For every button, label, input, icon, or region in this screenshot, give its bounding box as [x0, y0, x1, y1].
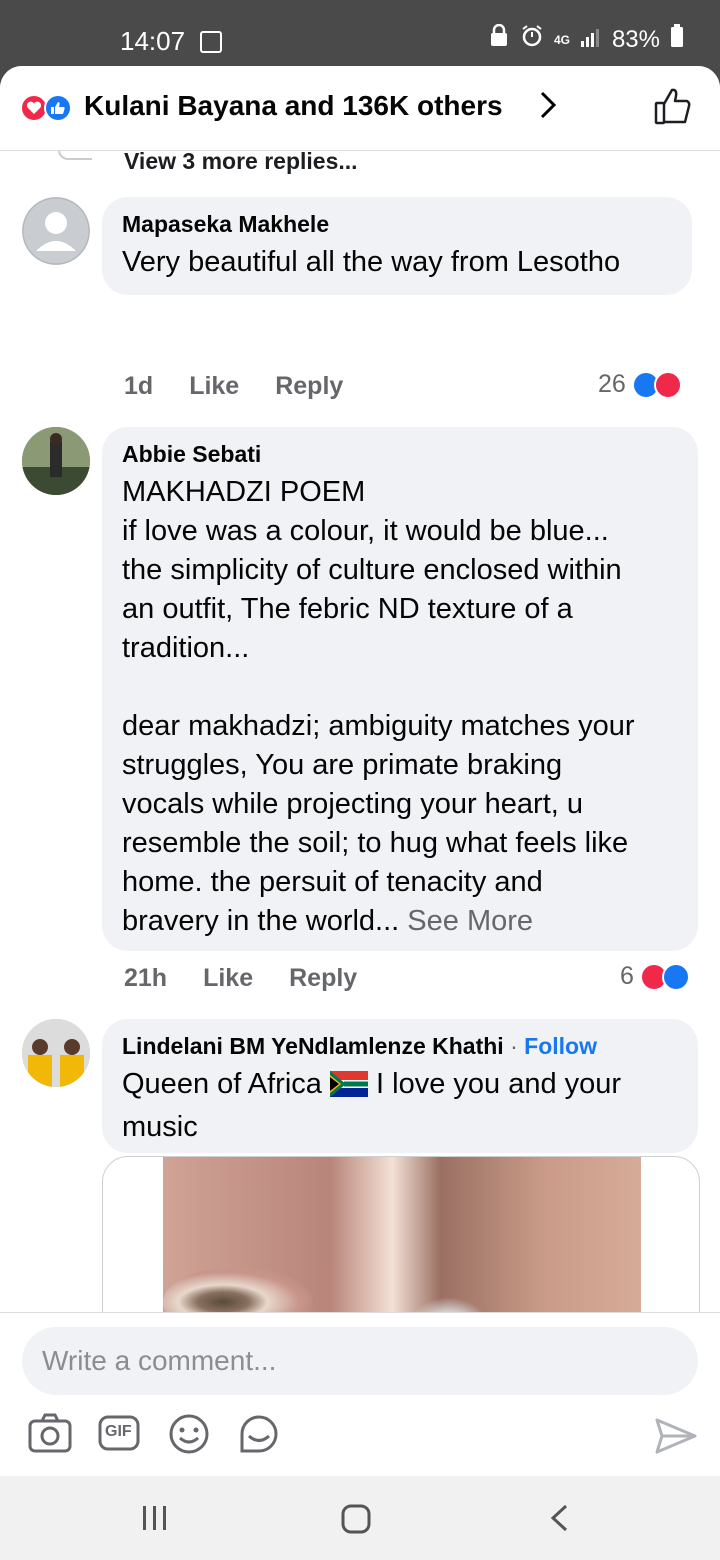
emoji-icon[interactable]: [168, 1413, 210, 1460]
commenter-name[interactable]: Mapaseka Makhele: [122, 209, 672, 239]
like-reaction-icon: [44, 94, 72, 122]
network-type: 4G: [553, 32, 570, 47]
comment-bubble[interactable]: Abbie Sebati MAKHADZI POEM if love was a…: [102, 427, 698, 951]
comment-text-a: Queen of Africa: [122, 1068, 322, 1100]
avatar[interactable]: [22, 197, 90, 265]
comment-body: MAKHADZI POEM if love was a colour, it w…: [122, 476, 635, 937]
status-bar: 14:07 4G 83%: [0, 0, 720, 68]
comment-input[interactable]: [22, 1327, 698, 1395]
reply-comment-link[interactable]: Reply: [289, 964, 357, 993]
comment-text: Queen of Africa I love you and your musi…: [122, 1065, 678, 1147]
battery-percent: 83%: [611, 25, 660, 53]
comment-actions: 21h Like Reply: [124, 964, 357, 993]
follow-button[interactable]: Follow: [524, 1033, 597, 1059]
sticker-icon[interactable]: [238, 1413, 280, 1460]
comment-reactions[interactable]: 6: [620, 962, 690, 991]
reaction-icons: [20, 94, 78, 124]
notification-check-icon: [200, 31, 222, 53]
alarm-icon: [520, 24, 544, 55]
comment-composer: GIF: [0, 1312, 720, 1476]
reply-thread-line: [58, 150, 92, 160]
reactions-header[interactable]: Kulani Bayana and 136K others: [0, 66, 720, 151]
camera-icon[interactable]: [28, 1413, 72, 1458]
gif-label: GIF: [105, 1423, 132, 1440]
home-icon[interactable]: [340, 1498, 372, 1543]
system-nav-bar: [0, 1476, 720, 1560]
signal-icon: [580, 26, 602, 54]
eye-shape: [403, 1297, 493, 1313]
comment-time[interactable]: 21h: [124, 964, 167, 993]
comments-sheet: Kulani Bayana and 136K others View 3 mor…: [0, 66, 720, 1476]
reaction-count: 6: [620, 962, 634, 990]
chevron-right-icon[interactable]: [538, 90, 558, 128]
eye-shape: [163, 1267, 313, 1313]
avatar[interactable]: [22, 427, 90, 495]
comments-list: View 3 more replies... Mapaseka Makhele …: [0, 150, 720, 1313]
recent-apps-icon[interactable]: [140, 1498, 170, 1543]
comment-header: Lindelani BM YeNdlamlenze Khathi · Follo…: [122, 1031, 678, 1061]
comment-text: MAKHADZI POEM if love was a colour, it w…: [122, 473, 678, 941]
see-more-link[interactable]: See More: [407, 905, 533, 937]
avatar[interactable]: [22, 1019, 90, 1087]
comment-photo[interactable]: [163, 1157, 641, 1313]
separator-dot: ·: [510, 1033, 518, 1059]
send-icon[interactable]: [654, 1417, 698, 1460]
comment-actions: 1d Like Reply: [124, 372, 343, 401]
like-comment-link[interactable]: Like: [203, 964, 253, 993]
love-reaction-icon: [653, 370, 682, 399]
reactors-summary[interactable]: Kulani Bayana and 136K others: [84, 90, 503, 122]
status-time: 14:07: [120, 26, 186, 56]
comment-text: Very beautiful all the way from Lesotho: [122, 246, 621, 278]
commenter-name[interactable]: Lindelani BM YeNdlamlenze Khathi: [122, 1033, 504, 1059]
view-more-replies-link[interactable]: View 3 more replies...: [124, 150, 358, 175]
like-post-button[interactable]: [654, 86, 692, 131]
comment-bubble[interactable]: Mapaseka Makhele Very beautiful all the …: [102, 197, 692, 295]
back-icon[interactable]: [546, 1498, 572, 1543]
comment-bubble[interactable]: Lindelani BM YeNdlamlenze Khathi · Follo…: [102, 1019, 698, 1153]
south-africa-flag-icon: [329, 1069, 368, 1108]
lock-icon: [488, 23, 510, 55]
comment-time[interactable]: 1d: [124, 372, 153, 401]
reply-comment-link[interactable]: Reply: [275, 372, 343, 401]
commenter-name[interactable]: Abbie Sebati: [122, 439, 678, 469]
comment-image-card[interactable]: [102, 1156, 700, 1313]
reaction-count: 26: [598, 370, 626, 398]
like-comment-link[interactable]: Like: [189, 372, 239, 401]
status-icons: 4G 83%: [488, 23, 684, 55]
gif-button[interactable]: GIF: [98, 1413, 140, 1458]
like-reaction-icon: [661, 962, 690, 991]
comment-reactions[interactable]: 26: [598, 370, 682, 399]
battery-icon: [670, 24, 684, 55]
